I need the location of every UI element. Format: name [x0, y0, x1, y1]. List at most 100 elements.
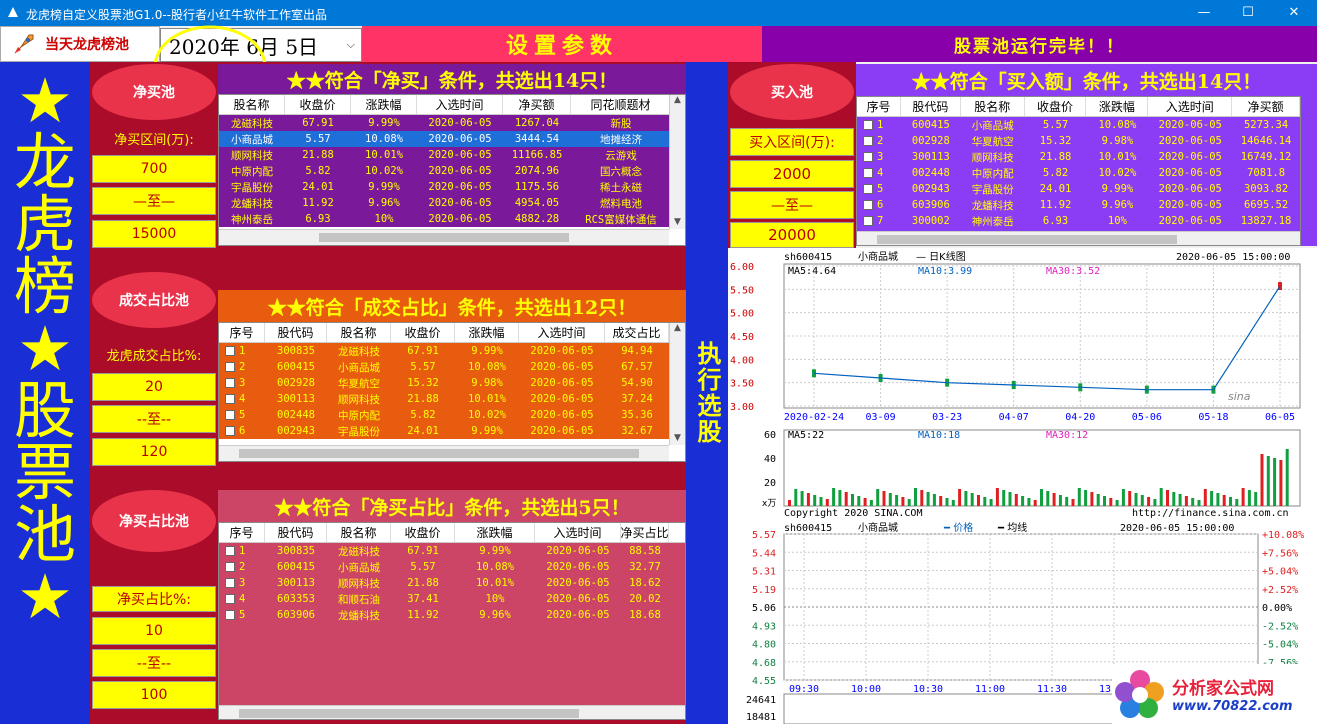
table-row[interactable]: 宇晶股份 24.01 9.99% 2020-06-05 1175.56 稀土永磁 [219, 179, 685, 195]
buy-min-input[interactable]: 2000 [730, 160, 854, 188]
row-checkbox[interactable] [863, 184, 873, 194]
table-row[interactable]: 2 600415 小商品城 5.57 10.08% 2020-06-05 67.57 [219, 359, 685, 375]
col-header[interactable]: 净买占比 [621, 523, 669, 542]
col-header[interactable]: 股名称 [327, 323, 391, 342]
col-header[interactable]: 入选时间 [519, 323, 605, 342]
col-header[interactable]: 涨跌幅 [455, 323, 519, 342]
execute-button[interactable]: 执行选股 [686, 62, 728, 724]
col-header[interactable]: 净买额 [1232, 97, 1300, 116]
row-checkbox[interactable] [225, 594, 235, 604]
table-row[interactable]: 6 603906 龙蟠科技 11.92 9.96% 2020-06-05 6695.52 [857, 197, 1300, 213]
col-header[interactable]: 股名称 [327, 523, 391, 542]
maximize-button[interactable]: ☐ [1225, 0, 1271, 26]
col-header[interactable]: 收盘价 [1025, 97, 1087, 116]
table-row[interactable]: 中原内配 5.82 10.02% 2020-06-05 2074.96 国六概念 [219, 163, 685, 179]
turnover-max-input[interactable]: 120 [92, 438, 216, 466]
close-button[interactable]: ✕ [1271, 0, 1317, 26]
horizontal-scrollbar[interactable] [219, 445, 669, 461]
table-row[interactable]: 5 603906 龙蟠科技 11.92 9.96% 2020-06-05 18.68 [219, 607, 685, 623]
table-row[interactable]: 3 300113 顺网科技 21.88 10.01% 2020-06-05 16749.12 [857, 149, 1300, 165]
col-header[interactable]: 序号 [219, 523, 265, 542]
row-checkbox[interactable] [225, 394, 235, 404]
turnover-min-input[interactable]: 20 [92, 373, 216, 401]
table-row[interactable]: 2 600415 小商品城 5.57 10.08% 2020-06-05 32.77 [219, 559, 685, 575]
row-checkbox[interactable] [225, 410, 235, 420]
table-row[interactable]: 5 002943 宇晶股份 24.01 9.99% 2020-06-05 3093.82 [857, 181, 1300, 197]
table-row[interactable]: 神州泰岳 6.93 10% 2020-06-05 4882.28 RCS富媒体通信 [219, 211, 685, 227]
scroll-down-icon[interactable]: ▼ [674, 217, 681, 227]
chevron-down-icon[interactable]: ⌵ [347, 38, 355, 52]
table-row[interactable]: 1 600415 小商品城 5.57 10.08% 2020-06-05 5273.34 [857, 117, 1300, 133]
horizontal-scrollbar[interactable] [857, 231, 1300, 245]
col-header[interactable]: 收盘价 [391, 323, 455, 342]
row-checkbox[interactable] [225, 346, 235, 356]
buy-table[interactable]: 序号 股代码 股名称 收盘价 涨跌幅 入选时间 净买额 1 600415 小商品城 5… [856, 96, 1301, 246]
table-row[interactable]: 1 300835 龙磁科技 67.91 9.99% 2020-06-05 94.94 [219, 343, 685, 359]
date-picker[interactable]: 2020年 6月 5日 ⌵ [160, 28, 362, 62]
table-row[interactable]: 龙磁科技 67.91 9.99% 2020-06-05 1267.04 新股 [219, 115, 685, 131]
table-row[interactable]: 4 603353 和顺石油 37.41 10% 2020-06-05 20.02 [219, 591, 685, 607]
turnover-table[interactable]: 序号 股代码 股名称 收盘价 涨跌幅 入选时间 成交占比 1 300835 龙磁科技… [218, 322, 686, 462]
scroll-down-icon[interactable]: ▼ [674, 433, 681, 443]
row-checkbox[interactable] [863, 168, 873, 178]
buy-max-input[interactable]: 20000 [730, 222, 854, 248]
table-row[interactable]: 顺网科技 21.88 10.01% 2020-06-05 11166.85 云游戏 [219, 147, 685, 163]
row-checkbox[interactable] [863, 136, 873, 146]
col-header[interactable]: 股代码 [265, 323, 327, 342]
row-checkbox[interactable] [225, 610, 235, 620]
table-row[interactable]: 2 002928 华夏航空 15.32 9.98% 2020-06-05 14646.14 [857, 133, 1300, 149]
scroll-up-icon[interactable]: ▲ [674, 95, 681, 105]
row-checkbox[interactable] [225, 546, 235, 556]
col-header[interactable]: 涨跌幅 [351, 95, 417, 114]
col-header[interactable]: 成交占比 [605, 323, 669, 342]
scroll-thumb[interactable] [877, 235, 1177, 244]
net-ratio-table[interactable]: 序号 股代码 股名称 收盘价 涨跌幅 入选时间 净买占比 1 300835 龙磁科技… [218, 522, 686, 720]
table-row[interactable]: 3 300113 顺网科技 21.88 10.01% 2020-06-05 18.62 [219, 575, 685, 591]
col-header[interactable]: 序号 [219, 323, 265, 342]
col-header[interactable]: 股名称 [961, 97, 1025, 116]
minimize-button[interactable]: — [1181, 0, 1227, 26]
horizontal-scrollbar[interactable] [219, 229, 669, 245]
turnover-pool-button[interactable]: 成交占比池 [92, 272, 216, 328]
col-header[interactable]: 收盘价 [285, 95, 351, 114]
horizontal-scrollbar[interactable] [219, 705, 685, 719]
table-row[interactable]: 4 002448 中原内配 5.82 10.02% 2020-06-05 7081.8 [857, 165, 1300, 181]
table-row[interactable]: 5 002448 中原内配 5.82 10.02% 2020-06-05 35.36 [219, 407, 685, 423]
scroll-thumb[interactable] [319, 233, 569, 242]
col-header[interactable]: 序号 [857, 97, 901, 116]
net-buy-max-input[interactable]: 15000 [92, 220, 216, 248]
table-row[interactable]: 4 300113 顺网科技 21.88 10.01% 2020-06-05 37.24 [219, 391, 685, 407]
net-buy-table[interactable]: 股名称 收盘价 涨跌幅 入选时间 净买额 同花顺题材 龙磁科技 67.91 9.99… [218, 94, 686, 246]
table-row[interactable]: 3 002928 华夏航空 15.32 9.98% 2020-06-05 54.90 [219, 375, 685, 391]
row-checkbox[interactable] [863, 200, 873, 210]
scroll-thumb[interactable] [239, 449, 639, 458]
row-checkbox[interactable] [225, 578, 235, 588]
row-checkbox[interactable] [225, 378, 235, 388]
col-header[interactable]: 涨跌幅 [455, 523, 535, 542]
col-header[interactable]: 股代码 [265, 523, 327, 542]
col-header[interactable]: 入选时间 [1148, 97, 1233, 116]
table-row[interactable]: 1 300835 龙磁科技 67.91 9.99% 2020-06-05 88.58 [219, 543, 685, 559]
row-checkbox[interactable] [863, 120, 873, 130]
net-ratio-min-input[interactable]: 10 [92, 617, 216, 645]
col-header[interactable]: 股代码 [901, 97, 961, 116]
row-checkbox[interactable] [225, 362, 235, 372]
col-header[interactable]: 同花顺题材 [571, 95, 671, 114]
col-header[interactable]: 入选时间 [535, 523, 621, 542]
table-row[interactable]: 小商品城 5.57 10.08% 2020-06-05 3444.54 地摊经济 [219, 131, 685, 147]
net-ratio-max-input[interactable]: 100 [92, 681, 216, 709]
net-buy-pool-button[interactable]: 净买池 [92, 64, 216, 120]
row-checkbox[interactable] [863, 216, 873, 226]
col-header[interactable]: 股名称 [219, 95, 285, 114]
scroll-up-icon[interactable]: ▲ [674, 323, 681, 333]
table-row[interactable]: 7 300002 神州泰岳 6.93 10% 2020-06-05 13827.18 [857, 213, 1300, 229]
col-header[interactable]: 收盘价 [391, 523, 455, 542]
row-checkbox[interactable] [863, 152, 873, 162]
col-header[interactable]: 入选时间 [417, 95, 503, 114]
table-row[interactable]: 6 002943 宇晶股份 24.01 9.99% 2020-06-05 32.67 [219, 423, 685, 439]
row-checkbox[interactable] [225, 426, 235, 436]
buy-pool-button[interactable]: 买入池 [730, 64, 854, 120]
row-checkbox[interactable] [225, 562, 235, 572]
vertical-scrollbar[interactable]: ▲ ▼ [669, 323, 685, 445]
col-header[interactable]: 净买额 [503, 95, 571, 114]
